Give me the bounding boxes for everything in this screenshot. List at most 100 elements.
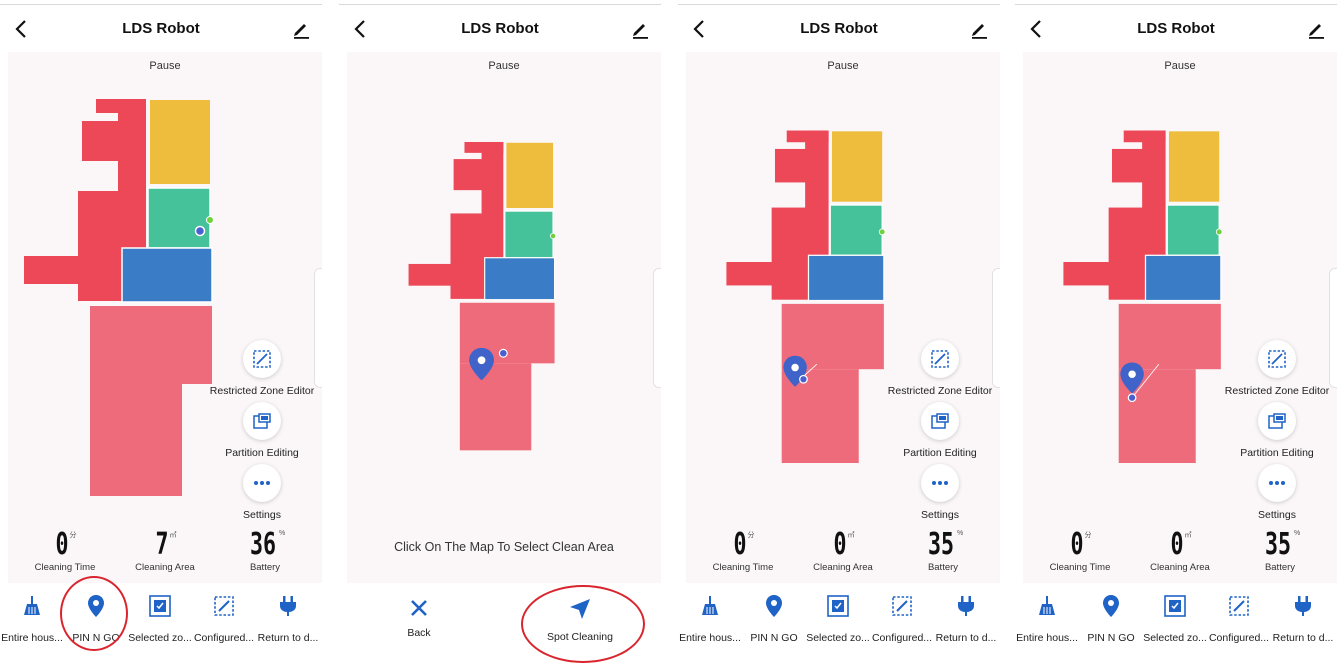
nav-entire-house[interactable]: Entire hous... bbox=[678, 590, 742, 644]
settings[interactable]: Settings bbox=[1222, 464, 1332, 521]
partition-label: Partition Editing bbox=[225, 447, 299, 459]
more-dots-icon bbox=[254, 481, 270, 485]
cleaning-area-stat: 7㎡ Cleaning Area bbox=[115, 527, 215, 574]
spot-cleaning-button[interactable]: Spot Cleaning bbox=[535, 598, 625, 643]
page-title: LDS Robot bbox=[122, 20, 200, 37]
nav-label: Configured... bbox=[1208, 632, 1270, 644]
nav-selected-zone[interactable]: Selected zo... bbox=[806, 590, 870, 644]
battery-unit: % bbox=[956, 530, 964, 537]
edit-pencil-icon[interactable] bbox=[968, 18, 990, 40]
partition-button[interactable] bbox=[1258, 402, 1296, 440]
room-yellow[interactable] bbox=[506, 142, 554, 209]
restricted-zone-button[interactable] bbox=[1258, 340, 1296, 378]
charging-dock-icon bbox=[206, 216, 214, 224]
room-yellow[interactable] bbox=[1168, 131, 1220, 202]
restricted-zone-button[interactable] bbox=[243, 340, 281, 378]
robot-position-icon bbox=[799, 374, 808, 384]
room-green[interactable] bbox=[504, 210, 554, 259]
location-pin-icon bbox=[1103, 595, 1119, 617]
battery-value: 35 bbox=[927, 527, 954, 562]
settings[interactable]: Settings bbox=[207, 464, 317, 521]
restricted-zone-editor[interactable]: Restricted Zone Editor bbox=[1222, 340, 1332, 397]
partition-button[interactable] bbox=[243, 402, 281, 440]
top-divider bbox=[678, 4, 1000, 5]
settings-button[interactable] bbox=[1258, 464, 1296, 502]
nav-pin-n-go[interactable]: PIN N GO bbox=[64, 590, 128, 644]
cleaning-time-unit: 分 bbox=[747, 532, 755, 539]
room-green[interactable] bbox=[147, 187, 211, 249]
partition-editing[interactable]: Partition Editing bbox=[885, 402, 995, 459]
robot-position-icon bbox=[1127, 393, 1137, 403]
screen-1: LDS Robot Pause Restricted Zone Editor P… bbox=[0, 0, 322, 671]
restricted-zone-editor[interactable]: Restricted Zone Editor bbox=[885, 340, 995, 397]
bottom-nav: Entire hous... PIN N GO Selected zo... C… bbox=[0, 576, 322, 671]
side-panel-handle[interactable] bbox=[653, 268, 661, 388]
map-area[interactable]: Pause bbox=[1023, 52, 1337, 583]
partition-button[interactable] bbox=[921, 402, 959, 440]
floor-map[interactable] bbox=[716, 128, 906, 463]
nav-configured[interactable]: Configured... bbox=[192, 590, 256, 644]
map-area[interactable]: Pause bbox=[8, 52, 322, 583]
room-green[interactable] bbox=[1166, 204, 1220, 256]
partition-editing[interactable]: Partition Editing bbox=[1222, 402, 1332, 459]
nav-label: Return to d... bbox=[257, 632, 319, 644]
nav-return-dock[interactable]: Return to d... bbox=[934, 590, 998, 644]
room-blue[interactable] bbox=[807, 254, 885, 302]
partition-editing[interactable]: Partition Editing bbox=[207, 402, 317, 459]
room-pink[interactable] bbox=[90, 306, 212, 496]
broom-icon bbox=[24, 596, 40, 615]
stats-bar: 0分 Cleaning Time 0㎡ Cleaning Area 35% Batte… bbox=[686, 530, 1000, 580]
cleaning-time-label: Cleaning Time bbox=[712, 562, 774, 573]
cleaning-area-value: 7 bbox=[155, 527, 170, 562]
nav-selected-zone[interactable]: Selected zo... bbox=[128, 590, 192, 644]
cleaning-time-label: Cleaning Time bbox=[34, 562, 96, 573]
nav-pin-n-go[interactable]: PIN N GO bbox=[1079, 590, 1143, 644]
nav-configured[interactable]: Configured... bbox=[870, 590, 934, 644]
robot-status: Pause bbox=[1164, 60, 1196, 72]
restricted-zone-editor[interactable]: Restricted Zone Editor bbox=[207, 340, 317, 397]
restricted-zone-label: Restricted Zone Editor bbox=[209, 385, 315, 397]
broom-icon bbox=[1039, 596, 1055, 615]
room-pink[interactable] bbox=[459, 302, 555, 451]
edit-pencil-icon[interactable] bbox=[290, 18, 312, 40]
close-icon bbox=[411, 600, 427, 616]
settings-button[interactable] bbox=[243, 464, 281, 502]
room-blue[interactable] bbox=[484, 257, 556, 301]
back-button[interactable]: Back bbox=[379, 598, 459, 639]
map-area[interactable]: Pause bbox=[686, 52, 1000, 583]
page-title: LDS Robot bbox=[800, 20, 878, 37]
nav-entire-house[interactable]: Entire hous... bbox=[1015, 590, 1079, 644]
top-divider bbox=[1015, 4, 1337, 5]
app-header: LDS Robot bbox=[339, 8, 661, 50]
floor-map[interactable] bbox=[22, 96, 228, 496]
nav-return-dock[interactable]: Return to d... bbox=[256, 590, 320, 644]
nav-label: Selected zo... bbox=[128, 632, 192, 644]
nav-label: Entire hous... bbox=[679, 632, 741, 644]
room-blue[interactable] bbox=[1144, 254, 1222, 302]
top-divider bbox=[339, 4, 661, 5]
nav-selected-zone[interactable]: Selected zo... bbox=[1143, 590, 1207, 644]
map-area[interactable]: Pause bbox=[347, 52, 661, 583]
nav-configured[interactable]: Configured... bbox=[1207, 590, 1271, 644]
settings[interactable]: Settings bbox=[885, 464, 995, 521]
room-yellow[interactable] bbox=[831, 131, 883, 202]
partition-label: Partition Editing bbox=[1240, 447, 1314, 459]
page-title: LDS Robot bbox=[1137, 20, 1215, 37]
room-green[interactable] bbox=[829, 204, 883, 256]
partition-icon bbox=[931, 413, 949, 429]
settings-button[interactable] bbox=[921, 464, 959, 502]
room-yellow[interactable] bbox=[150, 100, 210, 184]
floor-map[interactable] bbox=[1053, 128, 1243, 463]
floor-map[interactable] bbox=[407, 130, 567, 460]
edit-pencil-icon[interactable] bbox=[629, 18, 651, 40]
nav-return-dock[interactable]: Return to d... bbox=[1271, 590, 1335, 644]
battery-stat: 36% Battery bbox=[215, 530, 315, 574]
cleaning-time-label: Cleaning Time bbox=[1049, 562, 1111, 573]
restricted-zone-button[interactable] bbox=[921, 340, 959, 378]
cleaning-area-unit: ㎡ bbox=[169, 532, 177, 539]
nav-entire-house[interactable]: Entire hous... bbox=[0, 590, 64, 644]
edit-pencil-icon[interactable] bbox=[1305, 18, 1327, 40]
cleaning-area-value: 0 bbox=[1170, 527, 1185, 562]
nav-pin-n-go[interactable]: PIN N GO bbox=[742, 590, 806, 644]
room-blue[interactable] bbox=[121, 247, 213, 303]
